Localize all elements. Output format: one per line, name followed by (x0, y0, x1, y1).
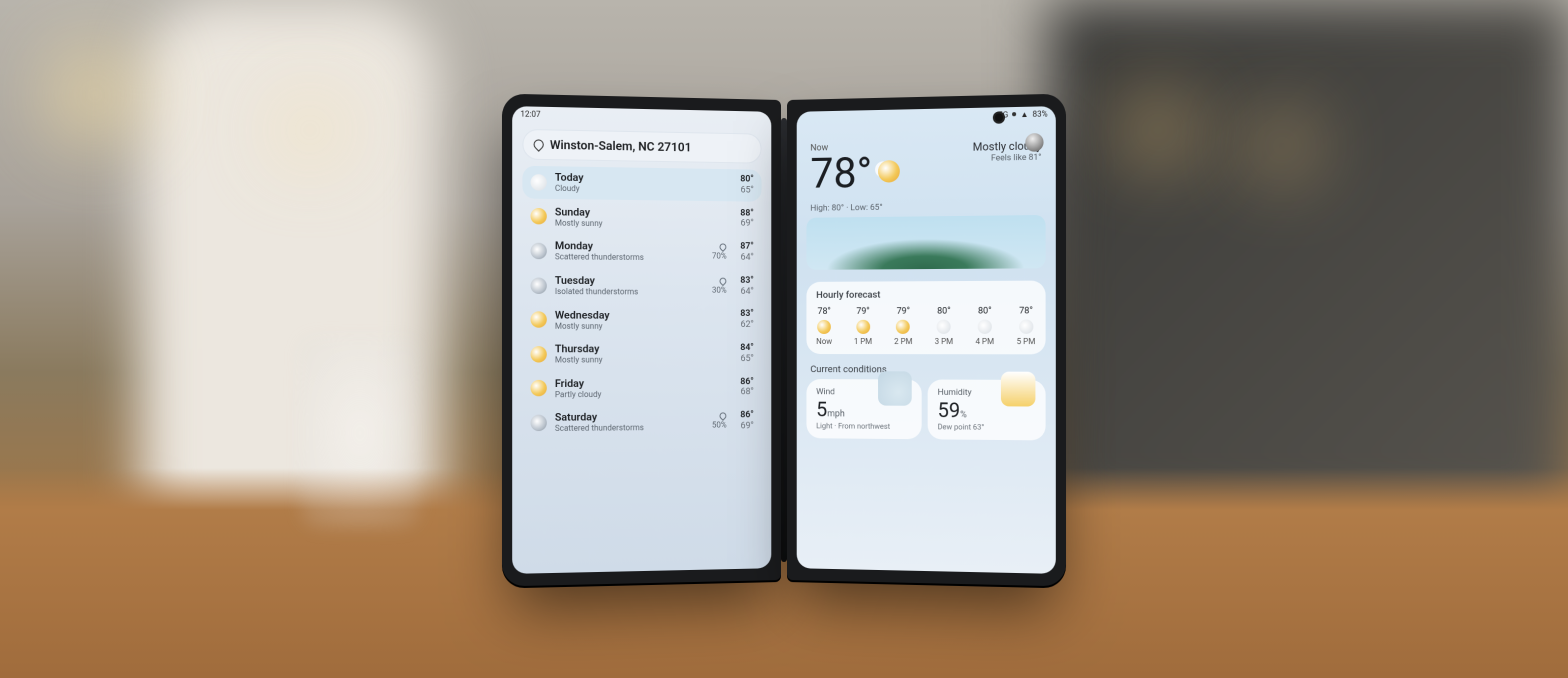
weather-icon (531, 415, 547, 431)
now-weather-icon (878, 160, 900, 183)
status-bar-left: 12:07 (512, 106, 771, 126)
status-time: 12:07 (520, 109, 540, 119)
now-temperature: 78° (810, 152, 899, 196)
weather-icon (531, 277, 547, 293)
weather-icon (531, 243, 547, 260)
weather-icon (531, 346, 547, 362)
status-battery: 83% (1033, 109, 1048, 119)
hourly-title: Hourly forecast (816, 289, 1035, 301)
hourly-item[interactable]: 80°3 PM (935, 306, 954, 346)
forecast-day-tuesday[interactable]: TuesdayIsolated thunderstorms30%83°64° (522, 269, 761, 302)
wind-compass-icon (878, 371, 912, 406)
weather-icon (531, 380, 547, 396)
location-bar[interactable]: Winston-Salem, NC 27101 (522, 129, 761, 164)
weather-icon (531, 174, 547, 191)
now-high-low: High: 80° · Low: 65° (797, 198, 1056, 213)
screen-left[interactable]: 12:07 Winston-Salem, NC 27101 TodayCloud… (512, 106, 771, 574)
daily-forecast-list[interactable]: TodayCloudy80°65°SundayMostly sunny88°69… (512, 166, 771, 574)
weather-icon (531, 312, 547, 328)
forecast-day-sunday[interactable]: SundayMostly sunny88°69° (522, 200, 761, 235)
hourly-forecast-card[interactable]: Hourly forecast 78°Now 79°1 PM 79°2 PM 80°3… (806, 281, 1045, 355)
hourly-item[interactable]: 80°4 PM (975, 306, 994, 346)
precip-chance: 70% (712, 244, 727, 261)
hourly-item[interactable]: 78°5 PM (1017, 306, 1036, 346)
wind-card[interactable]: Wind 5mph Light · From northwest (806, 379, 921, 439)
hourly-weather-icon (896, 320, 910, 334)
humidity-card[interactable]: Humidity 59% Dew point 63° (928, 380, 1046, 441)
forecast-day-monday[interactable]: MondayScattered thunderstorms70%87°64° (522, 235, 761, 269)
hourly-item[interactable]: 79°2 PM (894, 307, 912, 346)
current-conditions-row: Wind 5mph Light · From northwest Humidit… (806, 379, 1045, 440)
hourly-weather-icon (937, 320, 951, 334)
now-feels-like: Feels like 81° (973, 153, 1042, 164)
location-pin-icon (531, 137, 545, 151)
hourly-weather-icon (1019, 320, 1033, 334)
hourly-weather-icon (817, 320, 831, 334)
foldable-device: 12:07 Winston-Salem, NC 27101 TodayCloud… (501, 100, 1067, 580)
humidity-gauge-icon (1001, 372, 1035, 407)
forecast-day-thursday[interactable]: ThursdayMostly sunny84°65° (522, 338, 761, 370)
hourly-item[interactable]: 79°1 PM (854, 307, 872, 346)
forecast-day-today[interactable]: TodayCloudy80°65° (522, 166, 761, 202)
precip-chance: 30% (712, 278, 727, 295)
forecast-day-friday[interactable]: FridayPartly cloudy86°68° (522, 372, 761, 405)
raindrop-icon (718, 411, 728, 421)
screen-right[interactable]: 5G ▲ 83% Now 78° Mostly cloudy Feels lik… (797, 106, 1056, 574)
device-left-half: 12:07 Winston-Salem, NC 27101 TodayCloud… (502, 94, 781, 587)
precip-chance: 50% (712, 413, 727, 430)
location-text: Winston-Salem, NC 27101 (550, 138, 692, 155)
weather-icon (531, 208, 547, 225)
hourly-weather-icon (856, 320, 870, 334)
raindrop-icon (718, 242, 728, 252)
hourly-item[interactable]: 78°Now (816, 307, 832, 346)
now-section: Now 78° Mostly cloudy Feels like 81° (797, 120, 1056, 201)
device-right-half: 5G ▲ 83% Now 78° Mostly cloudy Feels lik… (787, 94, 1066, 587)
hourly-weather-icon (978, 320, 992, 334)
weather-illustration (806, 215, 1045, 270)
raindrop-icon (718, 276, 728, 286)
forecast-day-wednesday[interactable]: WednesdayMostly sunny83°62° (522, 303, 761, 335)
forecast-day-saturday[interactable]: SaturdayScattered thunderstorms50%86°69° (522, 405, 761, 439)
